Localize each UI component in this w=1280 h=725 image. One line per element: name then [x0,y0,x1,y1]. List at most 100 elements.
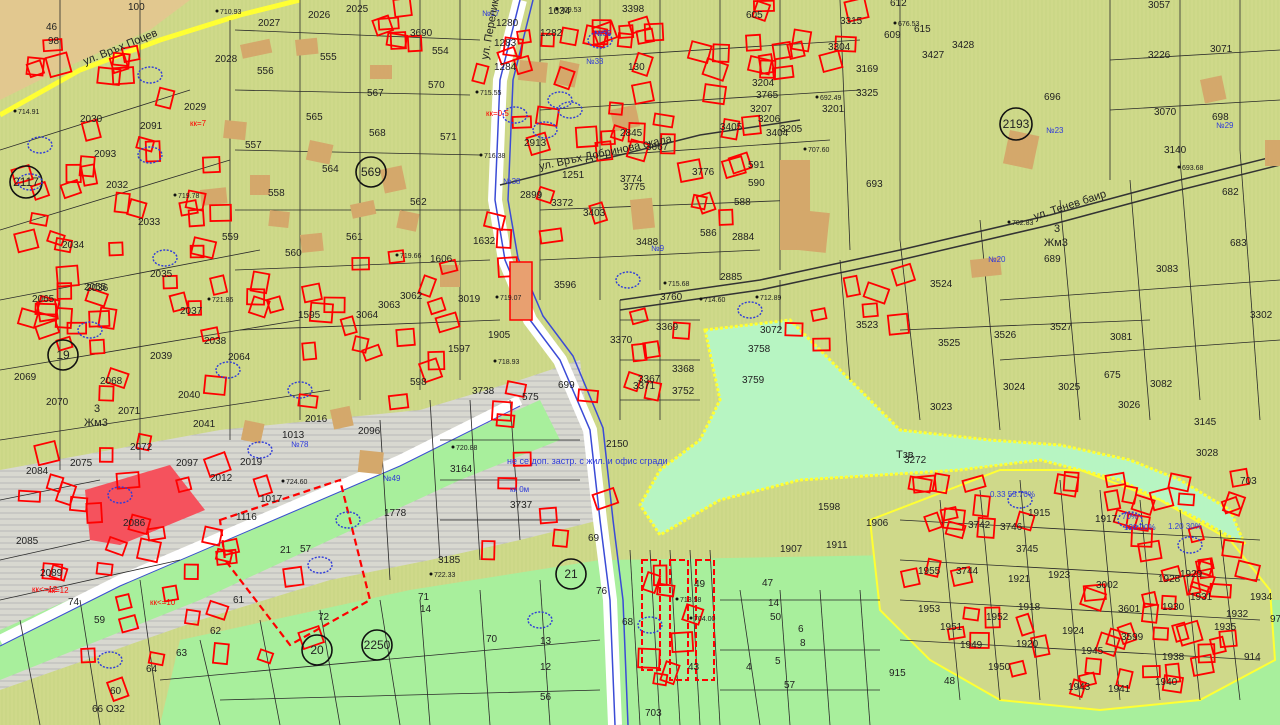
zone-code-left: 3 [94,403,100,415]
parcel-label-l57: 3752 [672,386,695,397]
parcel-label-l69: 2884 [732,232,755,243]
parcel-label-l10: 1283 [494,38,517,49]
parcel-label-l117: 2084 [26,466,49,477]
parcel-label-l181: 49 [694,579,706,590]
elevation-e7: 718.93 [498,359,520,366]
elevation-e16: 724.60 [286,479,308,486]
elevation-dot [699,297,703,301]
parcel-label-l2: 98 [48,36,60,47]
parcel-label-l23: 696 [1044,92,1061,103]
parcel-label-l185: 76 [596,586,608,597]
parcel-label-l48: 703 [1240,476,1257,487]
parcel-label-l81: 559 [222,232,239,243]
elevation-dot [429,572,433,576]
parcel-label-l89: 564 [322,164,339,175]
parcel-label-l110: 2055 [84,282,107,293]
parcel-label-l146: 1924 [1062,626,1085,637]
parcel-label-l112: 2068 [100,376,123,387]
elevation-e17: 720.88 [456,445,478,452]
parcel-label-l121: 2096 [358,426,381,437]
parcel-label-l96: 2091 [140,121,163,132]
parameter-p3: кк=0.5 [486,109,509,118]
parcel-label-l220: 3775 [623,182,646,193]
parcel-label-l30: 689 [1044,254,1061,265]
parcel-label-l153: 1932 [1226,609,1249,620]
parcel-label-l190: 12 [540,662,552,673]
parcel-label-l22: 3427 [922,50,945,61]
parcel-label-l73: 1632 [473,236,496,247]
parcel-label-l50: 3759 [742,375,765,386]
parcel-label-l177: 48 [944,676,956,687]
parcel-label-l36: 3527 [1050,322,1073,333]
parcel-label-l191: 56 [540,692,552,703]
parcel-label-l75: 3019 [458,294,481,305]
parcel-label-l176: 915 [889,668,906,679]
parcel-label-l1: 46 [46,22,58,33]
parcel-label-l29: 683 [1230,238,1247,249]
elevation-e14: 693.68 [1182,165,1204,172]
parcel-label-l83: 557 [245,140,262,151]
parcel-label-l72: 2899 [520,190,543,201]
elevation-dot [893,21,897,25]
parcel-label-l32: 3524 [930,279,953,290]
elevation-e8: 715.68 [668,281,690,288]
parcel-label-l37: 3081 [1110,332,1133,343]
parcel-label-l33: 3523 [856,320,879,331]
parcel-label-l174: 4 [746,662,752,673]
parameter-p20: кк<=10 [150,598,176,607]
parcel-label-l14: 130 [628,62,645,73]
parcel-label-l142: 1920 [1016,639,1039,650]
parcel-label-l101: 2035 [150,269,173,280]
parcel-label-l28: 693 [866,179,883,190]
parcel-label-l196: 62 [210,626,222,637]
parcel-label-l107: 2041 [193,419,216,430]
parcel-label-l12: 1282 [540,28,563,39]
parcel-label-l113: 2070 [46,397,69,408]
parcel-label-l63: 3737 [510,500,533,511]
parcel-label-l150: 1940 [1155,677,1178,688]
parcel-label-l134: 1907 [780,544,803,555]
parcel-label-l95: 2030 [80,114,103,125]
elevation-e1: 710.93 [220,9,242,16]
parcel-label-l51: 3072 [760,325,783,336]
zone-name-right: Жм3 [1044,237,1068,249]
parcel-label-l198: 64 [146,664,158,675]
parcel-label-l199: 60 [110,686,122,697]
elevation-e3: 715.55 [480,90,502,97]
parcel-label-l158: 3744 [956,566,979,577]
parcel-label-l164: 1915 [1028,508,1051,519]
parcel-label-l160: 3746 [1000,522,1023,533]
parcel-label-l183: 68 [622,617,634,628]
parameter-p10: №23 [1046,126,1064,135]
parcel-label-l173: 5 [775,656,781,667]
elevation-e15: 721.86 [212,297,234,304]
parcel-label-l11: 1284 [494,62,517,73]
parcel-label-l58: 699 [558,380,575,391]
parcel-label-l61: 3738 [472,386,495,397]
elevation-e13: 692.49 [820,95,842,102]
elevation-e22: 719.78 [178,193,200,200]
parcel-label-l98: 2032 [106,180,129,191]
parcel-label-l170: 50 [770,612,782,623]
parcel-label-l82: 558 [268,188,285,199]
parcel-label-l20: 3226 [1148,50,1171,61]
parcel-label-l52: 3369 [656,322,679,333]
parameter-p1: кк=7 [190,119,207,128]
cadastral-map[interactable]: 2193 2117 19 21 20 2250 569 46 98 100 2027 2026 202… [0,0,1280,725]
parcel-label-l152: 1931 [1190,592,1213,603]
parcel-label-l145: 1923 [1048,570,1071,581]
parcel-label-l24: 3070 [1154,107,1177,118]
parcel-label-l15: 605 [746,10,763,21]
elevation-dot [663,281,667,285]
parcel-label-l86: 567 [367,88,384,99]
parcel-label-l127: 1116 [236,512,257,523]
parcel-label-l155: 1935 [1214,622,1237,633]
parameter-p5: №33 [586,57,604,66]
parcel-label-l42: 3025 [1058,382,1081,393]
parcel-label-l178: 914 [1244,652,1261,663]
parcel-label-l147: 1945 [1081,646,1104,657]
parcel-label-l3: 100 [128,2,145,13]
parcel-label-l148: 1943 [1068,682,1091,693]
elevation-dot [495,295,499,299]
parcel-label-l180: 703 [645,708,662,719]
